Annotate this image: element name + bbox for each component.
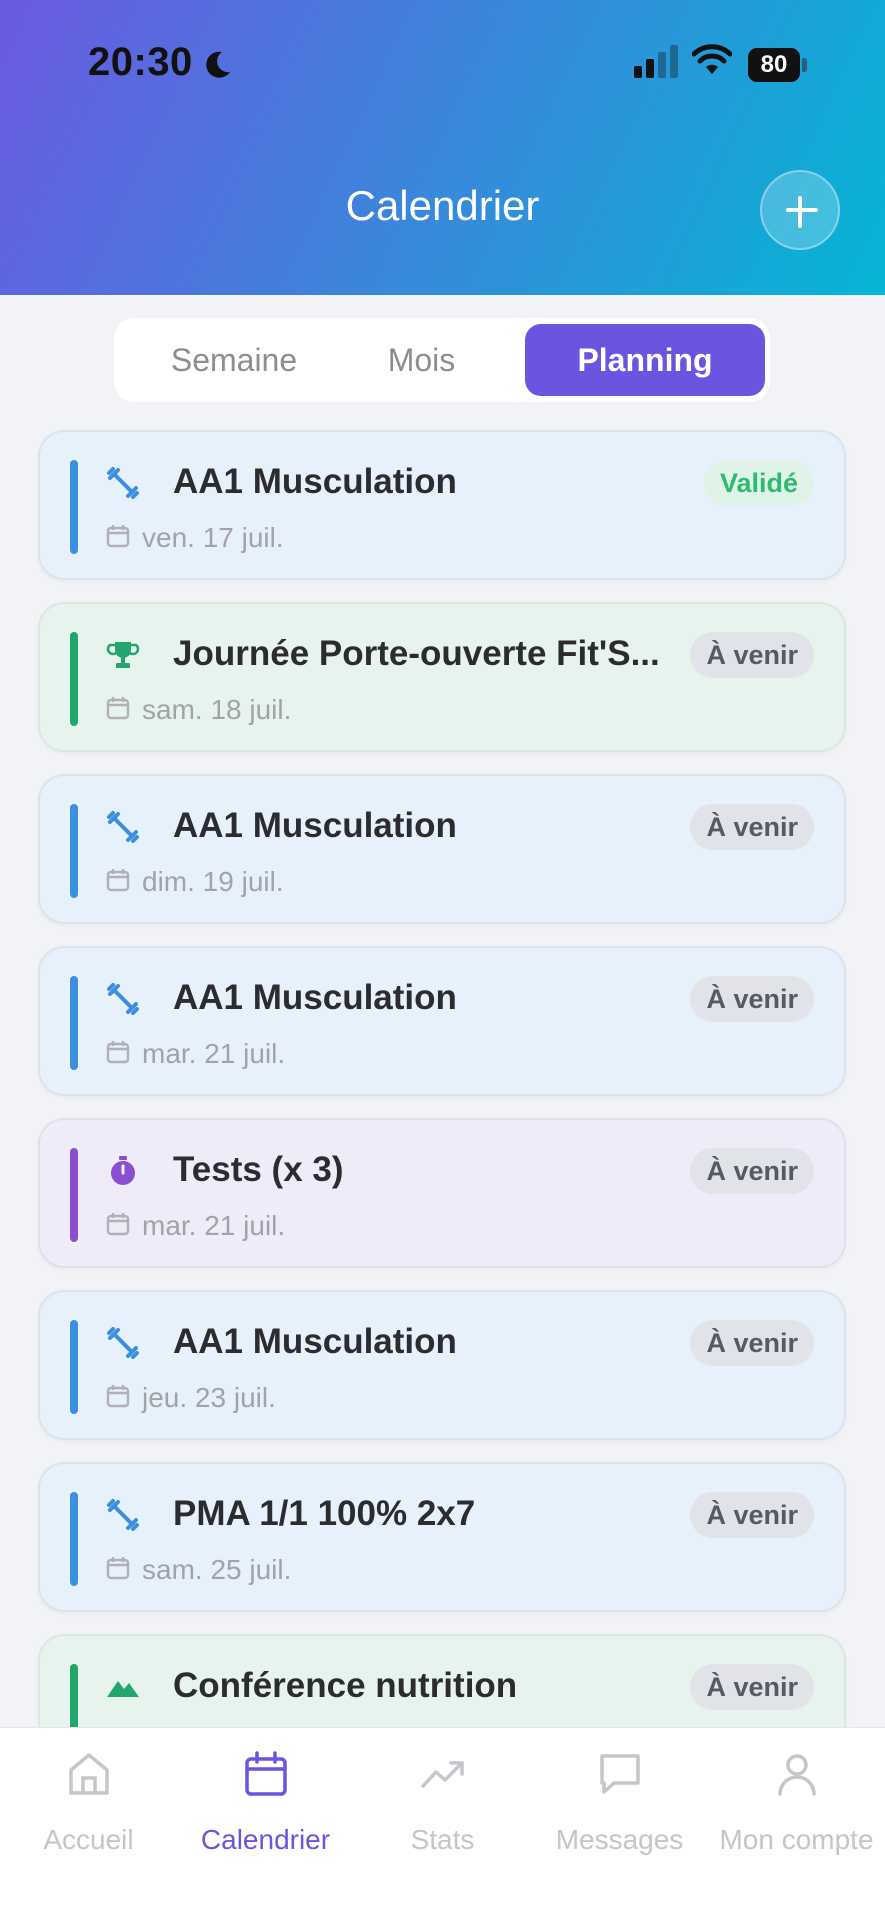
signal-icon — [634, 45, 678, 78]
status-badge: À venir — [690, 632, 814, 678]
event-card[interactable]: AA1 Musculation jeu. 23 juil. À venir — [38, 1290, 846, 1440]
event-date: sam. 25 juil. — [142, 1554, 292, 1585]
tab-calendrier[interactable]: Calendrier — [177, 1728, 354, 1921]
event-title: Tests (x 3) — [173, 1150, 344, 1189]
mountain-icon — [107, 1681, 139, 1697]
event-date: ven. 17 juil. — [142, 522, 284, 553]
category-bar — [70, 1492, 78, 1586]
tab-label: Mon compte — [719, 1824, 874, 1855]
calendar-small-icon — [106, 1557, 130, 1580]
event-card[interactable]: AA1 Musculation mar. 21 juil. À venir — [38, 946, 846, 1096]
category-bar — [70, 1320, 78, 1414]
add-event-button[interactable] — [760, 170, 840, 250]
category-bar — [70, 632, 78, 726]
event-title: Conférence nutrition — [173, 1666, 518, 1705]
event-card[interactable]: PMA 1/1 100% 2x7 sam. 25 juil. À venir — [38, 1462, 846, 1612]
tab-label: Calendrier — [200, 1824, 331, 1855]
header: 20:30 80 Calendrier — [0, 0, 885, 295]
battery-icon: 80 — [748, 48, 808, 82]
status-badge: À venir — [690, 1148, 814, 1194]
calendar-icon — [245, 1751, 287, 1796]
event-date: dim. 19 juil. — [142, 866, 284, 897]
wifi-icon — [692, 44, 732, 74]
dumbbell-icon — [107, 467, 139, 499]
status-badge: À venir — [690, 1320, 814, 1366]
status-badge: À venir — [690, 1664, 814, 1710]
event-title: Journée Porte-ouverte Fit'S... — [173, 634, 660, 673]
event-card[interactable]: Journée Porte-ouverte Fit'S... sam. 18 j… — [38, 602, 846, 752]
event-date: mar. 21 juil. — [142, 1038, 286, 1069]
tab-accueil[interactable]: Accueil — [0, 1728, 177, 1921]
message-icon — [600, 1754, 640, 1794]
dumbbell-icon — [107, 1327, 139, 1359]
status-time: 20:30 — [88, 40, 193, 84]
battery-level: 80 — [760, 51, 788, 78]
dumbbell-icon — [107, 983, 139, 1015]
category-bar — [70, 1148, 78, 1242]
event-card[interactable]: AA1 Musculation dim. 19 juil. À venir — [38, 774, 846, 924]
calendar-small-icon — [106, 1213, 130, 1236]
category-bar — [70, 460, 78, 554]
moon-icon — [206, 51, 230, 78]
tab-label: Accueil — [43, 1824, 134, 1855]
tab-messages[interactable]: Messages — [531, 1728, 708, 1921]
category-bar — [70, 1664, 78, 1727]
calendar-small-icon — [106, 1041, 130, 1064]
user-icon — [778, 1754, 816, 1796]
status-badge: À venir — [690, 976, 814, 1022]
tab-label: Stats — [410, 1824, 475, 1855]
trend-icon — [421, 1761, 464, 1788]
stopwatch-icon — [111, 1156, 135, 1185]
calendar-small-icon — [106, 1385, 130, 1408]
tab-semaine[interactable]: Semaine — [134, 324, 334, 396]
event-title: AA1 Musculation — [173, 462, 457, 501]
event-list: AA1 Musculation ven. 17 juil. Validé Jou… — [0, 430, 885, 1727]
event-card[interactable]: Conférence nutrition À venir — [38, 1634, 846, 1727]
calendar-small-icon — [106, 697, 130, 720]
event-title: AA1 Musculation — [173, 1322, 457, 1361]
bottom-tab-bar: Accueil Calendrier Stats Messages Mon co… — [0, 1727, 885, 1921]
tab-mon-compte[interactable]: Mon compte — [708, 1728, 885, 1921]
category-bar — [70, 804, 78, 898]
event-title: AA1 Musculation — [173, 978, 457, 1017]
calendar-small-icon — [106, 525, 130, 548]
category-bar — [70, 976, 78, 1070]
tab-stats[interactable]: Stats — [354, 1728, 531, 1921]
dumbbell-icon — [107, 811, 139, 843]
tab-mois[interactable]: Mois — [339, 324, 504, 396]
status-badge: À venir — [690, 1492, 814, 1538]
event-date: jeu. 23 juil. — [142, 1382, 276, 1413]
page-title: Calendrier — [345, 182, 540, 229]
event-date: sam. 18 juil. — [142, 694, 292, 725]
home-icon — [69, 1753, 109, 1795]
event-date: mar. 21 juil. — [142, 1210, 286, 1241]
event-card[interactable]: Tests (x 3) mar. 21 juil. À venir — [38, 1118, 846, 1268]
event-card[interactable]: AA1 Musculation ven. 17 juil. Validé — [38, 430, 846, 580]
tab-planning[interactable]: Planning — [525, 324, 765, 396]
view-segmented-control: Semaine Mois Planning — [114, 318, 770, 402]
status-badge: Validé — [703, 460, 814, 506]
tab-label: Messages — [555, 1824, 684, 1855]
calendar-small-icon — [106, 869, 130, 892]
dumbbell-icon — [107, 1499, 139, 1531]
event-title: AA1 Musculation — [173, 806, 457, 845]
event-title: PMA 1/1 100% 2x7 — [173, 1494, 476, 1533]
status-badge: À venir — [690, 804, 814, 850]
trophy-icon — [106, 642, 140, 668]
